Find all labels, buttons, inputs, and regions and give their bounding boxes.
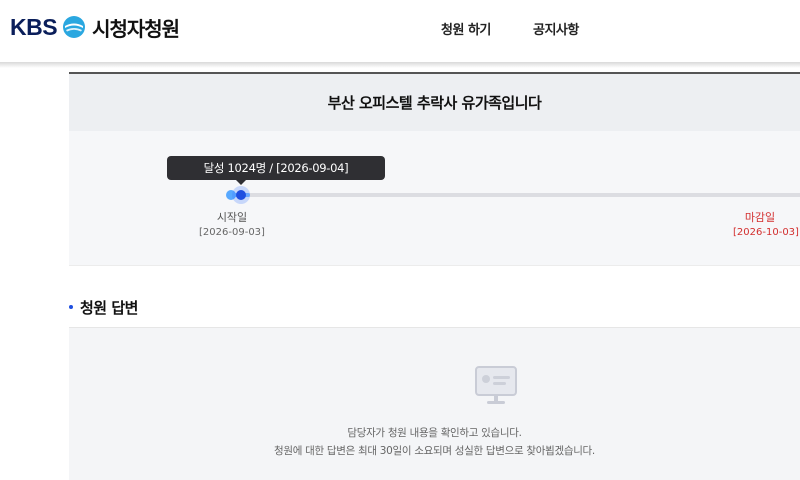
section-bullet: [69, 305, 73, 309]
petition-title-bar: 부산 오피스텔 추락사 유가족입니다: [69, 74, 800, 131]
site-header: KBS 시청자청원 청원 하기 공지사항: [0, 0, 800, 62]
current-marker[interactable]: [236, 190, 246, 200]
progress-track: [232, 193, 800, 197]
answer-box: 담당자가 청원 내용을 확인하고 있습니다. 청원에 대한 답변은 최대 30일…: [69, 327, 800, 480]
start-date: [2026-09-03]: [199, 227, 265, 238]
tooltip-arrow: [236, 180, 246, 185]
kbs-logo-text: KBS: [10, 13, 58, 40]
petition-card: 부산 오피스텔 추락사 유가족입니다 달성 1024명 / [2026-09-0…: [69, 72, 800, 265]
answer-section-title: 청원 답변: [80, 299, 138, 317]
start-label: 시작일: [216, 211, 248, 224]
header-shadow: [0, 62, 800, 68]
end-date: [2026-10-03]: [733, 227, 799, 238]
answer-notice-text: 청원에 대한 답변은 최대 30일이 소요되며 성실한 답변으로 찾아뵙겠습니다…: [274, 445, 595, 457]
site-logo[interactable]: KBS 시청자청원: [10, 12, 180, 42]
petition-title: 부산 오피스텔 추락사 유가족입니다: [327, 94, 542, 112]
section-divider: [69, 265, 800, 266]
answer-status-text: 담당자가 청원 내용을 확인하고 있습니다.: [347, 427, 522, 439]
kbs-emblem-icon: [63, 16, 86, 38]
progress-tooltip: 달성 1024명 / [2026-09-04]: [167, 156, 385, 180]
end-label: 마감일: [744, 211, 776, 224]
nav-petition[interactable]: 청원 하기: [441, 19, 491, 38]
site-name: 시청자청원: [92, 16, 180, 41]
monitor-document-icon: [475, 366, 517, 404]
nav-notice[interactable]: 공지사항: [533, 19, 579, 38]
